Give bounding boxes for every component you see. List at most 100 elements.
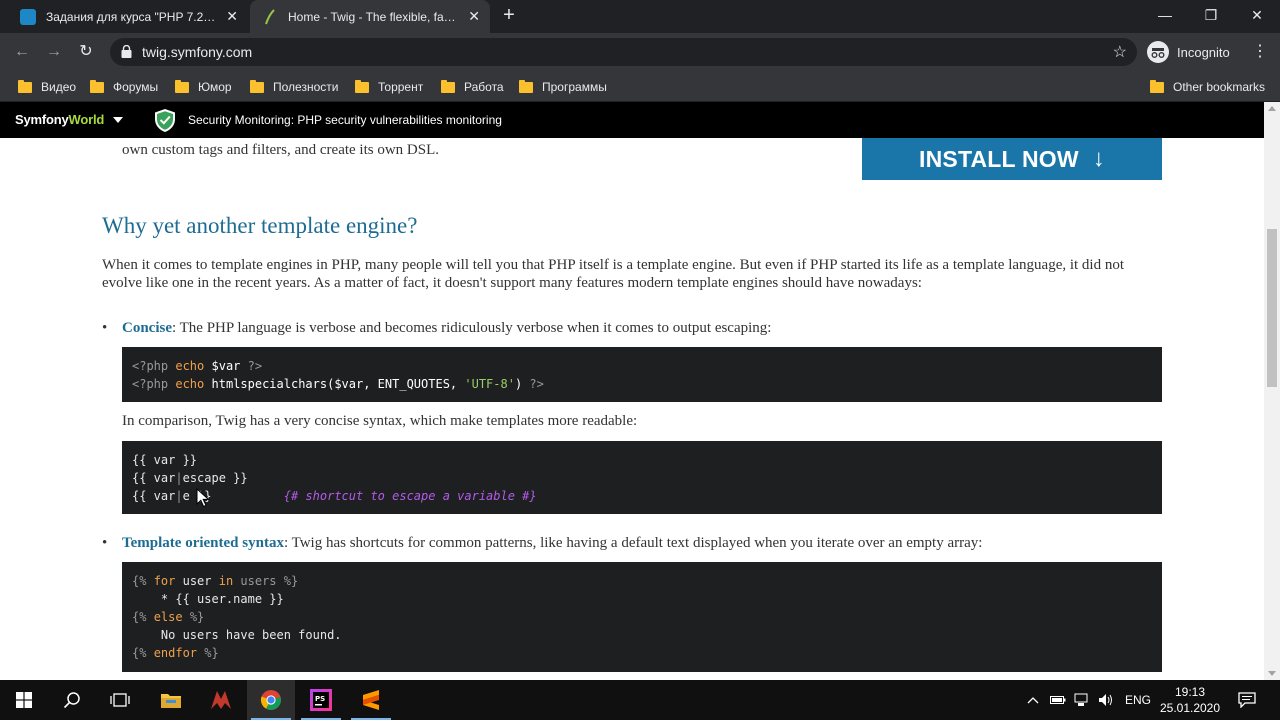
- incognito-label: Incognito: [1177, 44, 1230, 60]
- folder-icon: [519, 79, 533, 93]
- file-explorer-icon[interactable]: [147, 680, 195, 720]
- input-language-indicator[interactable]: ENG: [1125, 680, 1151, 720]
- taskbar-clock[interactable]: 19:13 25.01.2020: [1150, 684, 1230, 716]
- mouse-pointer-icon: [196, 488, 210, 508]
- forward-arrow-icon[interactable]: →: [42, 41, 66, 63]
- arrow-down-icon: ↓: [1092, 145, 1105, 172]
- browser-toolbar: ← → ↻ twig.symfony.com ☆ Incognito ⋮: [0, 33, 1280, 71]
- comparison-text: In comparison, Twig has a very concise s…: [122, 413, 638, 429]
- sublime-text-icon[interactable]: [347, 680, 395, 720]
- page-scrollbar[interactable]: [1264, 102, 1280, 680]
- list-item-concise: • Concise: The PHP language is verbose an…: [102, 320, 771, 337]
- folder-icon: [175, 79, 189, 93]
- code-line: {% else %}: [132, 610, 205, 624]
- new-tab-button[interactable]: +: [498, 5, 520, 27]
- svg-text:PS: PS: [315, 695, 325, 703]
- code-line: <?php echo htmlspecialchars($var, ENT_QU…: [132, 377, 544, 391]
- chrome-icon[interactable]: [247, 680, 295, 720]
- lock-icon: [121, 45, 132, 58]
- back-arrow-icon[interactable]: ←: [10, 41, 34, 63]
- bookmark-star-icon[interactable]: ☆: [1113, 42, 1127, 62]
- code-line: {{ var|e }} {# shortcut to escape a vari…: [132, 489, 537, 503]
- install-now-button[interactable]: INSTALL NOW ↓: [862, 138, 1162, 180]
- intro-paragraph: When it comes to template engines in PHP…: [102, 257, 1125, 291]
- brand-symfony: Symfony: [15, 112, 69, 127]
- bookmark-folder-work[interactable]: Работа: [441, 77, 504, 97]
- code-block-twig: {{ var }} {{ var|escape }} {{ var|e }} {…: [122, 441, 1162, 514]
- clock-time: 19:13: [1174, 685, 1206, 699]
- code-block-for-loop: {% for user in users %} * {{ user.name }…: [122, 562, 1162, 672]
- incognito-icon: [1147, 41, 1169, 63]
- tab-course-tasks[interactable]: Задания для курса "PHP 7.2 v3" ✕: [8, 0, 248, 33]
- tray-overflow-caret-icon[interactable]: [1027, 680, 1039, 720]
- acer-app-icon[interactable]: [197, 680, 245, 720]
- caret-down-icon[interactable]: [113, 117, 123, 123]
- bookmark-label: Other bookmarks: [1173, 80, 1266, 94]
- bookmark-folder-programs[interactable]: Программы: [519, 77, 607, 97]
- bookmark-label: Программы: [542, 80, 607, 94]
- other-bookmarks[interactable]: Other bookmarks: [1150, 77, 1265, 97]
- bookmark-label: Торрент: [378, 80, 424, 94]
- bookmark-label: Юмор: [198, 80, 232, 94]
- bookmark-label: Работа: [464, 80, 504, 94]
- url-text: twig.symfony.com: [142, 44, 253, 60]
- phpstorm-icon[interactable]: PS: [297, 680, 345, 720]
- minimize-icon[interactable]: —: [1152, 4, 1178, 26]
- bookmark-label: Форумы: [113, 80, 159, 94]
- bookmark-folder-useful[interactable]: Полезности: [250, 77, 338, 97]
- classroom-favicon-icon: [20, 8, 36, 25]
- code-line: <?php echo $var ?>: [132, 359, 263, 373]
- security-monitoring-link[interactable]: Security Monitoring: PHP security vulner…: [188, 113, 502, 127]
- close-icon[interactable]: ✕: [468, 8, 480, 25]
- code-line: {% for user in users %}: [132, 574, 299, 588]
- incognito-profile-button[interactable]: Incognito: [1147, 39, 1230, 65]
- concise-term: Concise: [122, 320, 172, 336]
- close-icon[interactable]: ✕: [226, 8, 238, 25]
- folder-icon: [250, 79, 264, 93]
- bookmark-folder-torrent[interactable]: Торрент: [355, 77, 423, 97]
- folder-icon: [441, 79, 455, 93]
- restore-icon[interactable]: ❐: [1198, 4, 1224, 26]
- symfony-world-menu[interactable]: SymfonyWorld: [15, 112, 104, 127]
- brand-world: World: [68, 112, 105, 127]
- folder-icon: [1150, 79, 1164, 93]
- task-view-icon[interactable]: [96, 680, 144, 720]
- code-line: {% endfor %}: [132, 646, 219, 660]
- folder-icon: [18, 79, 32, 93]
- network-icon[interactable]: [1074, 680, 1090, 720]
- bookmark-folder-forums[interactable]: Форумы: [90, 77, 158, 97]
- reload-icon[interactable]: ↻: [74, 41, 98, 63]
- code-line: {{ var }}: [132, 453, 198, 467]
- browser-tab-strip: Задания для курса "PHP 7.2 v3" ✕ Home - …: [0, 0, 1280, 33]
- address-bar[interactable]: twig.symfony.com ☆: [110, 38, 1137, 66]
- code-line: {{ var|escape }}: [132, 471, 248, 485]
- symfony-world-banner: SymfonyWorld Security Monitoring: PHP se…: [0, 102, 1264, 138]
- windows-start-icon[interactable]: [0, 680, 48, 720]
- template-term: Template oriented syntax: [122, 535, 284, 551]
- concise-text: : The PHP language is verbose and become…: [172, 320, 772, 336]
- page-viewport: SymfonyWorld Security Monitoring: PHP se…: [0, 102, 1264, 680]
- menu-dots-icon[interactable]: ⋮: [1250, 41, 1270, 61]
- bookmark-folder-humor[interactable]: Юмор: [175, 77, 232, 97]
- install-now-label: INSTALL NOW: [919, 145, 1079, 172]
- code-block-php: <?php echo $var ?> <?php echo htmlspecia…: [122, 347, 1162, 402]
- scroll-down-icon[interactable]: [1268, 671, 1276, 676]
- tab-title: Home - Twig - The flexible, fast, and se…: [288, 9, 460, 24]
- scroll-up-icon[interactable]: [1268, 106, 1276, 111]
- clock-date: 25.01.2020: [1159, 701, 1221, 715]
- folder-icon: [90, 79, 104, 93]
- bookmark-folder-video[interactable]: Видео: [18, 77, 76, 97]
- windows-taskbar: PS ENG 19:13 25.01.2020: [0, 680, 1280, 720]
- list-item-template-syntax: • Template oriented syntax: Twig has shor…: [102, 535, 982, 552]
- scroll-thumb[interactable]: [1267, 229, 1277, 387]
- volume-icon[interactable]: [1098, 680, 1114, 720]
- tab-title: Задания для курса "PHP 7.2 v3": [46, 9, 219, 24]
- search-icon[interactable]: [48, 680, 96, 720]
- window-close-icon[interactable]: ✕: [1244, 4, 1270, 26]
- action-center-icon[interactable]: [1238, 680, 1256, 720]
- section-heading: Why yet another template engine?: [102, 213, 418, 238]
- tab-twig-home[interactable]: Home - Twig - The flexible, fast, and se…: [250, 0, 490, 33]
- battery-icon[interactable]: [1050, 680, 1066, 720]
- bookmarks-bar: Видео Форумы Юмор Полезности Торрент Раб…: [0, 71, 1280, 102]
- code-line: * {{ user.name }}: [132, 592, 284, 606]
